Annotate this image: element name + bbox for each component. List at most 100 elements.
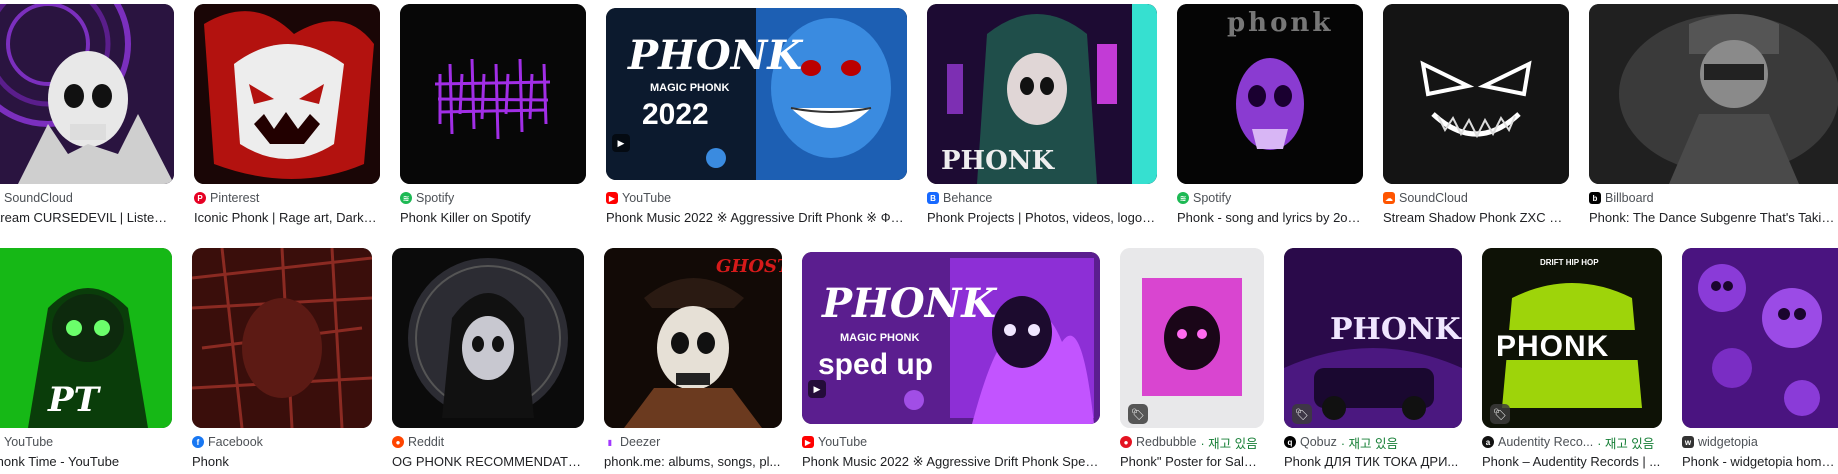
- thumbnail-title: PT: [48, 380, 99, 420]
- result-thumbnail[interactable]: PHONK 🏷: [1284, 248, 1462, 428]
- in-stock-label: · 재고 있음: [1597, 436, 1655, 451]
- audentity-icon: a: [1482, 436, 1494, 448]
- source-name: Reddit: [408, 435, 445, 449]
- result-thumbnail[interactable]: [194, 4, 380, 184]
- result-source: ● Redbubble · 재고 있음: [1120, 434, 1264, 450]
- image-result-card[interactable]: ≋ Spotify Phonk Killer on Spotify: [400, 0, 586, 230]
- source-name: Spotify: [416, 191, 455, 205]
- image-result-card[interactable]: PHONK MAGIC PHONK sped up ▶ ▶ YouTube Ph…: [802, 244, 1100, 474]
- image-result-card[interactable]: w widgetopia Phonk - widgetopia homesc..…: [1682, 244, 1838, 474]
- result-caption[interactable]: Phonk Music 2022 ※ Aggressive Drift Phon…: [802, 454, 1100, 472]
- result-thumbnail[interactable]: [0, 4, 174, 184]
- result-thumbnail[interactable]: [192, 248, 372, 428]
- result-source: a Audentity Reco... · 재고 있음: [1482, 434, 1662, 450]
- result-source: ≋ Spotify: [1177, 190, 1363, 206]
- result-caption[interactable]: Stream Shadow Phonk ZXC by...: [1383, 210, 1569, 228]
- result-caption[interactable]: Phonk - widgetopia homesc...: [1682, 454, 1838, 472]
- result-caption[interactable]: Phonk" Poster for Sale ...: [1120, 454, 1264, 472]
- widgetopia-icon: w: [1682, 436, 1694, 448]
- source-name: Audentity Reco...: [1498, 435, 1594, 449]
- image-result-card[interactable]: 🏷 ● Redbubble · 재고 있음 Phonk" Poster for …: [1120, 244, 1264, 474]
- result-thumbnail[interactable]: PHONK MAGIC PHONK sped up ▶: [802, 252, 1100, 424]
- billboard-icon: b: [1589, 192, 1601, 204]
- youtube-icon: ▶: [606, 192, 618, 204]
- source-name: Facebook: [208, 435, 263, 449]
- source-name: YouTube: [818, 435, 868, 449]
- result-caption[interactable]: Phonk: [192, 454, 372, 472]
- facebook-icon: f: [192, 436, 204, 448]
- image-result-card[interactable]: ☁ SoundCloud Stream Shadow Phonk ZXC by.…: [1383, 0, 1569, 230]
- source-name: Spotify: [1193, 191, 1232, 205]
- result-caption[interactable]: Phonk Killer on Spotify: [400, 210, 586, 228]
- result-source: ▶ YouTube: [0, 434, 172, 450]
- result-thumbnail[interactable]: GHOST!: [604, 248, 782, 428]
- result-thumbnail[interactable]: DRIFT HIP HOP PHONK 🏷: [1482, 248, 1662, 428]
- qobuz-icon: q: [1284, 436, 1296, 448]
- image-result-card[interactable]: ☁ SoundCloud Stream CURSEDEVIL | Listen …: [0, 0, 174, 230]
- result-source: ▶ YouTube: [802, 434, 1100, 450]
- result-caption[interactable]: Phonk ДЛЯ ТИК ТОКА ДРИ...: [1284, 454, 1462, 472]
- image-result-card[interactable]: PT ▶ YouTube Phonk Time - YouTube: [0, 244, 172, 474]
- result-source: ▶ YouTube: [606, 190, 907, 206]
- behance-icon: B: [927, 192, 939, 204]
- result-caption[interactable]: Stream CURSEDEVIL | Listen ...: [0, 210, 174, 228]
- result-thumbnail[interactable]: [1383, 4, 1569, 184]
- source-name: Qobuz: [1300, 435, 1337, 449]
- result-thumbnail[interactable]: PT: [0, 248, 172, 428]
- thumbnail-title: PHONK: [822, 280, 997, 327]
- result-caption[interactable]: Phonk Projects | Photos, videos, logos,.…: [927, 210, 1157, 228]
- result-thumbnail[interactable]: [400, 4, 586, 184]
- in-stock-label: · 재고 있음: [1200, 436, 1258, 451]
- tag-icon: 🏷: [1490, 404, 1510, 424]
- result-caption[interactable]: Phonk – Audentity Records | ...: [1482, 454, 1662, 472]
- result-caption[interactable]: phonk.me: albums, songs, pl...: [604, 454, 782, 472]
- result-source: ▮ Deezer: [604, 434, 782, 450]
- source-name: YouTube: [4, 435, 54, 449]
- image-result-card[interactable]: phonk ≋ Spotify Phonk - song and lyrics …: [1177, 0, 1363, 230]
- result-thumbnail[interactable]: 🏷: [1120, 248, 1264, 428]
- result-caption[interactable]: Iconic Phonk | Rage art, Dark f...: [194, 210, 380, 228]
- result-caption[interactable]: Phonk - song and lyrics by 2ou...: [1177, 210, 1363, 228]
- image-result-card[interactable]: DRIFT HIP HOP PHONK 🏷 a Audentity Reco..…: [1482, 244, 1662, 474]
- result-caption[interactable]: OG PHONK RECOMMENDATIO...: [392, 454, 584, 472]
- source-name: Deezer: [620, 435, 661, 449]
- result-thumbnail[interactable]: PHONK MAGIC PHONK 2022 ▶: [606, 8, 907, 180]
- thumbnail-year: sped up: [818, 348, 934, 381]
- result-source: b Billboard: [1589, 190, 1838, 206]
- result-caption[interactable]: Phonk: The Dance Subgenre That's Taking …: [1589, 210, 1838, 228]
- in-stock-label: · 재고 있음: [1340, 436, 1398, 451]
- source-name: Behance: [943, 191, 993, 205]
- source-name: widgetopia: [1698, 435, 1758, 449]
- result-thumbnail[interactable]: [1682, 248, 1838, 428]
- source-name: SoundCloud: [4, 191, 73, 205]
- play-icon: ▶: [612, 134, 630, 152]
- result-source: ☁ SoundCloud: [1383, 190, 1569, 206]
- result-caption[interactable]: Phonk Music 2022 ※ Aggressive Drift Phon…: [606, 210, 907, 228]
- reddit-icon: ●: [392, 436, 404, 448]
- thumbnail-title: phonk: [1227, 8, 1334, 38]
- result-source: q Qobuz · 재고 있음: [1284, 434, 1462, 450]
- tag-icon: 🏷: [1128, 404, 1148, 424]
- result-thumbnail[interactable]: PHONK: [927, 4, 1157, 184]
- image-result-card[interactable]: f Facebook Phonk: [192, 244, 372, 474]
- image-result-card[interactable]: ● Reddit OG PHONK RECOMMENDATIO...: [392, 244, 584, 474]
- thumbnail-title: PHONK: [941, 146, 1055, 176]
- image-result-card[interactable]: PHONK 🏷 q Qobuz · 재고 있음 Phonk ДЛЯ ТИК ТО…: [1284, 244, 1462, 474]
- pinterest-icon: P: [194, 192, 206, 204]
- image-result-card[interactable]: PHONK MAGIC PHONK 2022 ▶ ▶ YouTube Phonk…: [606, 0, 907, 230]
- result-thumbnail[interactable]: [1589, 4, 1838, 184]
- spotify-icon: ≋: [1177, 192, 1189, 204]
- play-icon: ▶: [808, 380, 826, 398]
- result-caption[interactable]: Phonk Time - YouTube: [0, 454, 172, 472]
- thumbnail-title: GHOST!: [716, 256, 782, 277]
- result-source: ● Reddit: [392, 434, 584, 450]
- youtube-icon: ▶: [802, 436, 814, 448]
- image-result-card[interactable]: b Billboard Phonk: The Dance Subgenre Th…: [1589, 0, 1838, 230]
- redbubble-icon: ●: [1120, 436, 1132, 448]
- image-result-card[interactable]: P Pinterest Iconic Phonk | Rage art, Dar…: [194, 0, 380, 230]
- image-result-card[interactable]: GHOST! ▮ Deezer phonk.me: albums, songs,…: [604, 244, 782, 474]
- result-thumbnail[interactable]: [392, 248, 584, 428]
- result-thumbnail[interactable]: phonk: [1177, 4, 1363, 184]
- image-result-card[interactable]: PHONK B Behance Phonk Projects | Photos,…: [927, 0, 1157, 230]
- result-source: w widgetopia: [1682, 434, 1838, 450]
